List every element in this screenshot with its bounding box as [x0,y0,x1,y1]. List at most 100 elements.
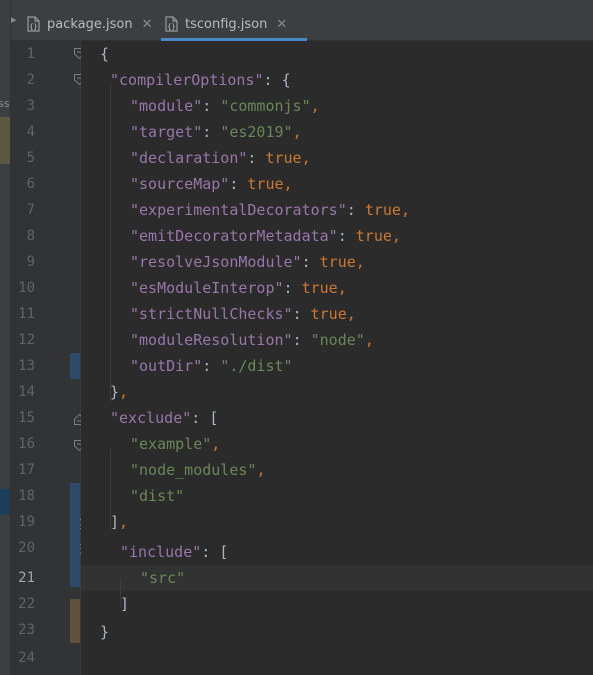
json-boolean-value: true [247,175,284,193]
line-number: 14 [18,384,35,400]
json-colon: : [202,123,221,141]
json-key: "esModuleInterop" [130,279,284,297]
code-line-9[interactable]: "resolveJsonModule": true, [130,249,365,275]
line-number: 7 [26,202,35,218]
change-marker[interactable] [70,599,80,643]
json-colon: : [263,71,273,89]
project-panel-edge[interactable]: ss [0,0,11,675]
json-comma: , [364,331,374,349]
code-line-17[interactable]: "node_modules", [130,457,265,483]
line-number: 24 [18,650,35,666]
svg-text:{}: {} [167,23,175,31]
line-number: 10 [18,280,35,296]
json-colon: : [201,543,220,561]
json-string-value: "node" [310,331,365,349]
code-line-19[interactable]: ], [110,509,128,535]
json-brace: } [100,623,110,641]
code-line-12[interactable]: "moduleResolution": "node", [130,327,374,353]
line-number: 23 [18,622,35,638]
code-line-23[interactable]: } [100,619,109,645]
json-key: "module" [130,97,203,115]
code-line-22[interactable]: ] [120,591,129,617]
tab-tsconfig-json[interactable]: {} tsconfig.json ✕ [161,7,307,41]
line-number: 19 [18,514,35,530]
ide-window: ss ▸ {} package.json ✕ {} [0,0,593,675]
line-number: 15 [18,410,35,426]
code-line-14[interactable]: }, [110,379,128,405]
code-line-1[interactable]: { [100,41,109,67]
line-number: 22 [18,596,35,612]
change-marker[interactable] [70,483,80,587]
json-key: "declaration" [130,149,248,167]
code-line-6[interactable]: "sourceMap": true, [130,171,293,197]
code-line-8[interactable]: "emitDecoratorMetadata": true, [130,223,401,249]
code-line-13[interactable]: "outDir": "./dist" [130,353,293,379]
code-line-18[interactable]: "dist" [130,483,184,509]
json-string-value: "src" [140,569,186,587]
json-colon: : [346,201,365,219]
json-colon: : [229,175,248,193]
json-boolean-value: true [310,305,347,323]
json-string-value: "./dist" [220,357,293,375]
code-line-15[interactable]: "exclude": [ [110,405,218,431]
json-colon: : [301,253,320,271]
tab-label: package.json [47,16,133,32]
json-comma: , [292,123,302,141]
code-line-2[interactable]: "compilerOptions": { [110,67,291,93]
close-icon[interactable]: ✕ [276,17,287,32]
svg-text:{}: {} [29,23,37,31]
json-key: "sourceMap" [130,175,230,193]
json-string-value: "example" [130,435,212,453]
json-comma: , [355,253,365,271]
code-line-21[interactable]: "src" [140,565,185,591]
line-number: 3 [26,98,35,114]
json-colon: : [202,97,221,115]
json-string-value: "es2019" [220,123,293,141]
line-number: 5 [26,150,35,166]
code-line-11[interactable]: "strictNullChecks": true, [130,301,356,327]
code-line-7[interactable]: "experimentalDecorators": true, [130,197,410,223]
json-comma: , [283,175,293,193]
close-icon[interactable]: ✕ [142,17,153,32]
json-key: "include" [120,543,202,561]
line-number: 1 [26,46,35,62]
project-panel-selection [0,489,10,515]
line-number: 16 [18,436,35,452]
json-string-value: "commonjs" [220,97,311,115]
json-key: "exclude" [110,409,192,427]
json-comma: , [119,513,129,531]
line-number: 9 [26,254,35,270]
json-colon: : [292,331,311,349]
line-number: 2 [26,72,35,88]
json-colon: : [247,149,266,167]
tab-scroll-left-icon[interactable]: ▸ [11,13,19,35]
json-boolean-value: true [319,253,356,271]
code-line-16[interactable]: "example", [130,431,220,457]
code-editor[interactable]: { "compilerOptions": { "module": "common… [81,41,593,675]
json-boolean-value: true [355,227,392,245]
tab-label: tsconfig.json [185,16,268,32]
json-string-value: "node_modules" [130,461,257,479]
code-line-4[interactable]: "target": "es2019", [130,119,302,145]
json-comma: , [256,461,266,479]
json-comma: , [301,149,311,167]
code-line-10[interactable]: "esModuleInterop": true, [130,275,347,301]
project-panel-clipped-text: ss [0,97,10,110]
code-line-3[interactable]: "module": "commonjs", [130,93,320,119]
json-comma: , [391,227,401,245]
line-number: 4 [26,124,35,140]
json-brace: { [100,45,110,63]
json-bracket: ] [120,595,130,613]
json-colon: : [292,305,311,323]
json-key: "compilerOptions" [110,71,264,89]
json-brace: { [272,71,291,89]
json-comma: , [119,383,129,401]
change-marker[interactable] [70,353,80,379]
tab-package-json[interactable]: {} package.json ✕ [23,7,167,41]
code-line-20[interactable]: "include": [ [120,539,228,565]
line-number: 6 [26,176,35,192]
code-line-5[interactable]: "declaration": true, [130,145,311,171]
editor-gutter[interactable]: 1 2 3 4 5 6 7 8 9 10 11 12 13 14 15 16 1… [11,41,85,675]
json-key: "strictNullChecks" [130,305,293,323]
line-number-current: 21 [18,570,35,586]
